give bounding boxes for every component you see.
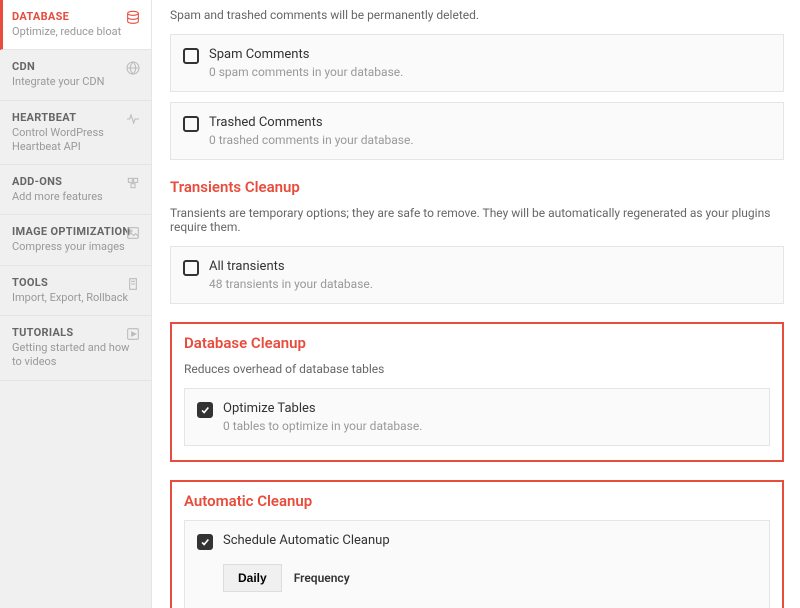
sidebar: DATABASE Optimize, reduce bloat CDN Inte… xyxy=(0,0,152,608)
auto-heading: Automatic Cleanup xyxy=(184,492,770,510)
sidebar-item-title: IMAGE OPTIMIZATION xyxy=(12,225,141,238)
spam-comments-option: Spam Comments 0 spam comments in your da… xyxy=(170,34,784,92)
sidebar-item-cdn[interactable]: CDN Integrate your CDN xyxy=(0,50,151,100)
image-icon xyxy=(125,225,141,241)
database-icon xyxy=(125,10,141,26)
option-sub: 0 trashed comments in your database. xyxy=(209,133,414,147)
intro-text: Spam and trashed comments will be perman… xyxy=(170,8,784,22)
sidebar-item-addons[interactable]: ADD-ONS Add more features xyxy=(0,165,151,215)
option-label: Spam Comments xyxy=(209,47,403,62)
sidebar-item-title: CDN xyxy=(12,60,141,73)
option-label: Schedule Automatic Cleanup xyxy=(223,533,390,548)
schedule-checkbox[interactable] xyxy=(197,534,213,550)
heartbeat-icon xyxy=(125,111,141,127)
transients-desc: Transients are temporary options; they a… xyxy=(170,206,784,234)
option-label: All transients xyxy=(209,259,373,274)
trashed-checkbox[interactable] xyxy=(183,116,199,132)
trashed-comments-option: Trashed Comments 0 trashed comments in y… xyxy=(170,102,784,160)
main-content: Spam and trashed comments will be perman… xyxy=(152,0,800,608)
sidebar-item-tools[interactable]: TOOLS Import, Export, Rollback xyxy=(0,266,151,316)
dbcleanup-desc: Reduces overhead of database tables xyxy=(184,362,770,376)
spam-checkbox[interactable] xyxy=(183,48,199,64)
sidebar-item-title: ADD-ONS xyxy=(12,175,141,188)
sidebar-item-subtitle: Getting started and how to videos xyxy=(12,341,141,370)
option-label: Trashed Comments xyxy=(209,115,414,130)
sidebar-item-title: HEARTBEAT xyxy=(12,111,141,124)
sidebar-item-subtitle: Integrate your CDN xyxy=(12,75,141,89)
transients-checkbox[interactable] xyxy=(183,260,199,276)
frequency-label: Frequency xyxy=(294,571,350,585)
option-sub: 48 transients in your database. xyxy=(209,277,373,291)
sidebar-item-title: DATABASE xyxy=(12,10,141,23)
globe-icon xyxy=(125,60,141,76)
schedule-option: Schedule Automatic Cleanup Daily Frequen… xyxy=(184,520,770,608)
optimize-tables-option: Optimize Tables 0 tables to optimize in … xyxy=(184,388,770,446)
option-sub: 0 spam comments in your database. xyxy=(209,65,403,79)
sidebar-item-heartbeat[interactable]: HEARTBEAT Control WordPress Heartbeat AP… xyxy=(0,101,151,166)
transients-heading: Transients Cleanup xyxy=(170,178,784,196)
puzzle-icon xyxy=(125,175,141,191)
sidebar-item-title: TOOLS xyxy=(12,276,141,289)
sidebar-item-title: TUTORIALS xyxy=(12,326,141,339)
sidebar-item-subtitle: Optimize, reduce bloat xyxy=(12,25,141,39)
sidebar-item-database[interactable]: DATABASE Optimize, reduce bloat xyxy=(0,0,151,50)
play-icon xyxy=(125,326,141,342)
frequency-row: Daily Frequency xyxy=(223,564,757,592)
dbcleanup-heading: Database Cleanup xyxy=(184,334,770,352)
sidebar-item-tutorials[interactable]: TUTORIALS Getting started and how to vid… xyxy=(0,316,151,381)
frequency-button[interactable]: Daily xyxy=(223,564,282,592)
sidebar-item-subtitle: Compress your images xyxy=(12,240,141,254)
option-label: Optimize Tables xyxy=(223,401,422,416)
database-cleanup-section: Database Cleanup Reduces overhead of dat… xyxy=(170,322,784,462)
all-transients-option: All transients 48 transients in your dat… xyxy=(170,246,784,304)
automatic-cleanup-section: Automatic Cleanup Schedule Automatic Cle… xyxy=(170,480,784,608)
sidebar-item-subtitle: Add more features xyxy=(12,190,141,204)
sidebar-item-subtitle: Control WordPress Heartbeat API xyxy=(12,126,141,155)
tools-icon xyxy=(125,276,141,292)
sidebar-item-subtitle: Import, Export, Rollback xyxy=(12,291,141,305)
optimize-checkbox[interactable] xyxy=(197,402,213,418)
option-sub: 0 tables to optimize in your database. xyxy=(223,419,422,433)
sidebar-item-image-opt[interactable]: IMAGE OPTIMIZATION Compress your images xyxy=(0,215,151,265)
